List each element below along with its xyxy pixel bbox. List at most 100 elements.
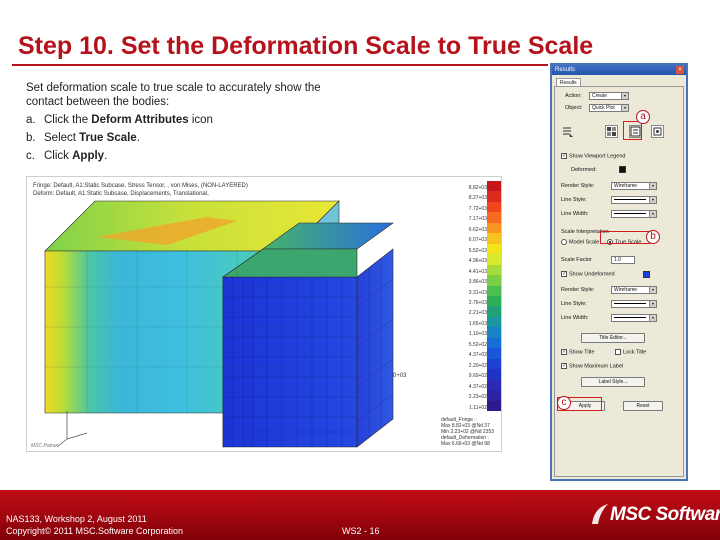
close-icon[interactable]: ×: [676, 66, 684, 74]
deformed-label: Deformed:: [571, 167, 597, 173]
show-title-toggle[interactable]: ✓ Show Title: [561, 349, 594, 355]
line-style2-label: Line Style:: [561, 301, 587, 307]
callout-a: a: [636, 110, 650, 124]
legend-value: 3.31+03: [468, 289, 487, 296]
node-label: 0+03: [393, 373, 407, 379]
legend-swatch: [487, 285, 501, 296]
show-legend-checkbox[interactable]: ✓: [561, 153, 567, 159]
legend-swatch: [487, 264, 501, 276]
fem-viewport[interactable]: Fringe: Default, A1:Static Subcase, Stre…: [26, 176, 502, 452]
action-value: Create: [592, 93, 608, 99]
show-undeformed-toggle[interactable]: ✓ Show Undeformed: [561, 271, 615, 277]
plot-options-icon[interactable]: [651, 125, 664, 138]
render-style-select[interactable]: Wireframe ▾: [611, 182, 657, 190]
legend-value: 6.62+03: [468, 226, 487, 233]
legend-swatch: [487, 306, 501, 317]
lock-title-label: Lock Title: [623, 349, 647, 356]
legend-value: 5.52+03: [468, 247, 487, 254]
line-style-label: Line Style:: [561, 197, 587, 203]
label-style-button[interactable]: Label Style...: [581, 377, 645, 387]
chevron-down-icon: ▾: [649, 287, 656, 293]
model-scale-radio[interactable]: [561, 239, 567, 245]
legend-value: 1.65+03: [468, 320, 487, 327]
page-number: WS2 - 16: [342, 526, 380, 536]
fringe-attributes-icon[interactable]: [605, 125, 618, 138]
chevron-down-icon: ▾: [649, 183, 656, 189]
action-label: Action:: [565, 93, 582, 99]
model-scale-option[interactable]: Model Scale: [561, 239, 599, 245]
render-style2-label: Render Style:: [561, 287, 595, 293]
legend-value: 8.82+03: [468, 185, 487, 191]
legend-value: 2.76+03: [468, 300, 487, 306]
chevron-down-icon: ▾: [649, 197, 656, 203]
fringe-summary: default_Fringe : Max 8.82+03 @Nd 37 Min …: [441, 417, 494, 447]
fem-model: [44, 200, 394, 448]
scale-factor-label: Scale Factor: [561, 257, 592, 263]
line-style2-select[interactable]: ▾: [611, 300, 657, 308]
callout-b: b: [646, 230, 660, 244]
object-select[interactable]: Quick Plot ▾: [589, 104, 629, 112]
step-a-bold: Deform Attributes: [91, 114, 189, 126]
legend-value: 2.23+02: [468, 394, 487, 401]
lock-title-toggle[interactable]: Lock Title: [615, 349, 646, 355]
object-label: Object:: [565, 105, 583, 111]
undeformed-color-swatch[interactable]: [643, 271, 650, 278]
action-select[interactable]: Create ▾: [589, 92, 629, 100]
intro-text: Set deformation scale to true scale to a…: [26, 82, 321, 108]
render-style-value: Wireframe: [614, 183, 638, 189]
slide-title: Step 10. Set the Deformation Scale to Tr…: [18, 32, 594, 60]
chevron-down-icon: ▾: [649, 301, 656, 307]
line-width-select[interactable]: ▾: [611, 210, 657, 218]
line-width2-select[interactable]: ▾: [611, 314, 657, 322]
model-scale-label: Model Scale: [569, 239, 600, 246]
panel-titlebar: Results ×: [552, 65, 686, 75]
legend-swatch: [487, 348, 501, 359]
summary-line-5: Max 6.66+03 @Nd 98: [441, 441, 490, 447]
brand-name: MSC Software: [610, 504, 720, 525]
select-results-icon[interactable]: [561, 125, 574, 138]
show-title-checkbox[interactable]: ✓: [561, 349, 567, 355]
render-style2-select[interactable]: Wireframe ▾: [611, 286, 657, 294]
legend-swatch: [487, 243, 501, 255]
scale-factor-input[interactable]: 1.0: [611, 256, 635, 264]
legend-value: 1.11+02: [469, 404, 487, 411]
step-c-bold: Apply: [72, 150, 105, 162]
show-undeformed-label: Show Undeformed: [569, 271, 615, 278]
legend-swatch: [487, 212, 501, 223]
legend-value: 7.17+03: [468, 216, 487, 223]
legend-value: 2.21+03: [468, 310, 487, 317]
title-editor-button[interactable]: Title Editor...: [581, 333, 645, 343]
render-style-label: Render Style:: [561, 183, 595, 189]
show-legend-label: Show Viewport Legend: [569, 153, 626, 160]
legend-value: 4.96+03: [468, 258, 487, 265]
legend-swatch: [487, 254, 501, 265]
show-max-label-checkbox[interactable]: ✓: [561, 363, 567, 369]
legend-value: 4.41+03: [468, 268, 487, 275]
legend-value: 1.10+03: [468, 331, 487, 338]
reset-button[interactable]: Reset: [623, 401, 663, 411]
line-style-select[interactable]: ▾: [611, 196, 657, 204]
legend-swatch: [487, 295, 501, 307]
legend-swatch: [487, 222, 501, 234]
lock-title-checkbox[interactable]: [615, 349, 621, 355]
title-rule: [12, 64, 548, 66]
step-a: a. Click the Deform Attributes icon: [26, 113, 326, 127]
show-undeformed-checkbox[interactable]: ✓: [561, 271, 567, 277]
legend-swatch: [487, 369, 501, 380]
show-max-label-toggle[interactable]: ✓ Show Maximum Label: [561, 363, 623, 369]
footer-course: NAS133, Workshop 2, August 2011: [6, 514, 147, 524]
legend-value: 8.27+03: [468, 195, 487, 202]
panel-title: Results: [555, 67, 576, 73]
legend-swatch: [487, 191, 501, 202]
legend-swatch: [487, 358, 501, 370]
legend-value: 3.86+03: [468, 279, 487, 286]
footer-copyright: Copyright© 2011 MSC.Software Corporation: [6, 526, 184, 536]
chevron-down-icon: ▾: [649, 315, 656, 321]
step-b: b. Select True Scale.: [26, 131, 326, 145]
deformed-color-swatch[interactable]: [619, 166, 626, 173]
legend-value: 7.72+03: [468, 205, 487, 212]
show-legend-toggle[interactable]: ✓ Show Viewport Legend: [561, 153, 625, 159]
legend-value: 2.20+02: [468, 362, 487, 369]
legend-swatch: [487, 327, 501, 338]
legend-swatch: [487, 400, 501, 411]
